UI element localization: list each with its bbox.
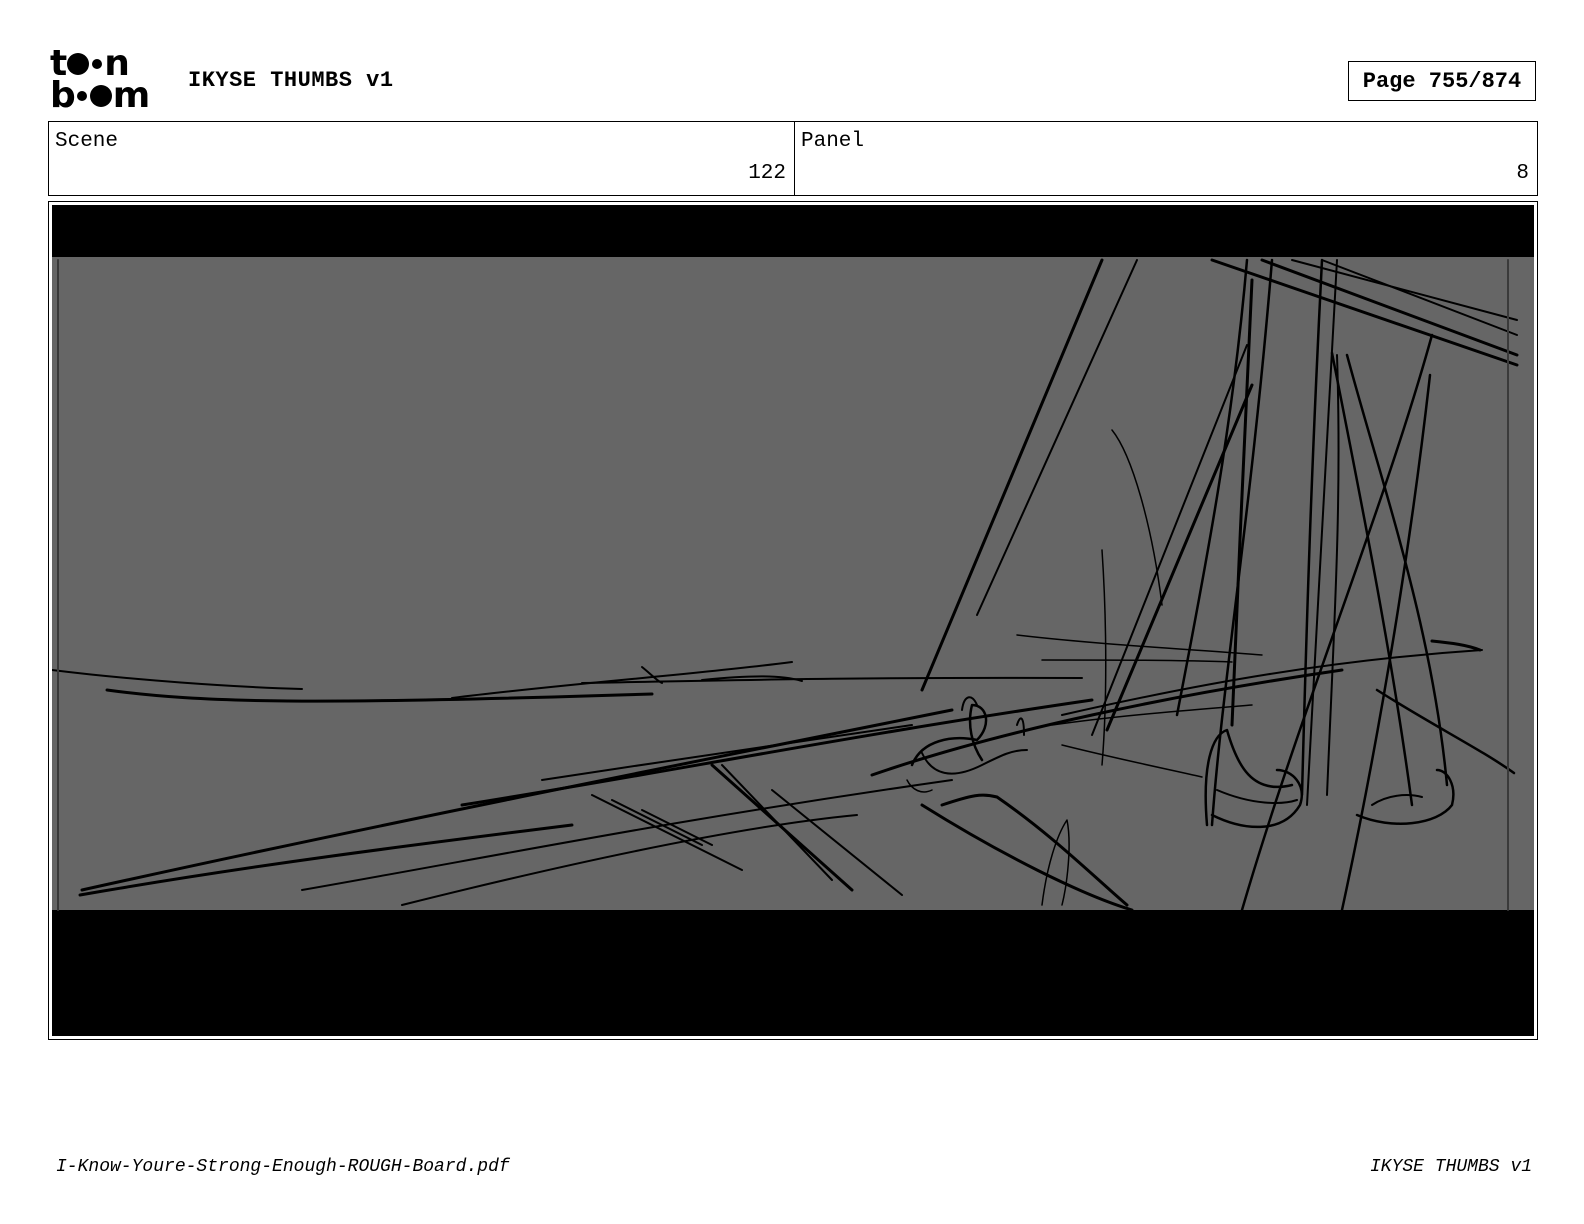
letterbox-bottom (52, 910, 1534, 1036)
logo-letter: m (112, 75, 151, 116)
scene-number: 122 (748, 162, 786, 185)
footer-project: IKYSE THUMBS v1 (1369, 1157, 1532, 1177)
document-title: IKYSE THUMBS v1 (188, 68, 394, 93)
logo-dot (89, 85, 112, 107)
logo-dot (92, 59, 103, 69)
logo-row-bottom: b m (50, 75, 166, 116)
storyboard-panel-frame (48, 201, 1538, 1040)
scene-panel-info: Scene 122 Panel 8 (48, 121, 1538, 196)
storyboard-sketch (52, 205, 1534, 1036)
footer-filename: I-Know-Youre-Strong-Enough-ROUGH-Board.p… (56, 1157, 510, 1177)
scene-label: Scene (55, 130, 119, 153)
logo-letter: b (50, 75, 76, 116)
page-indicator: Page 755/874 (1348, 61, 1536, 101)
panel-number: 8 (1516, 162, 1529, 185)
logo-dot (67, 53, 90, 75)
toon-boom-logo: t n b m (50, 46, 166, 116)
panel-cell: Panel 8 (795, 122, 1537, 195)
logo-dot (76, 91, 87, 101)
letterbox-top (52, 205, 1534, 257)
scene-cell: Scene 122 (49, 122, 795, 195)
panel-label: Panel (801, 130, 865, 153)
